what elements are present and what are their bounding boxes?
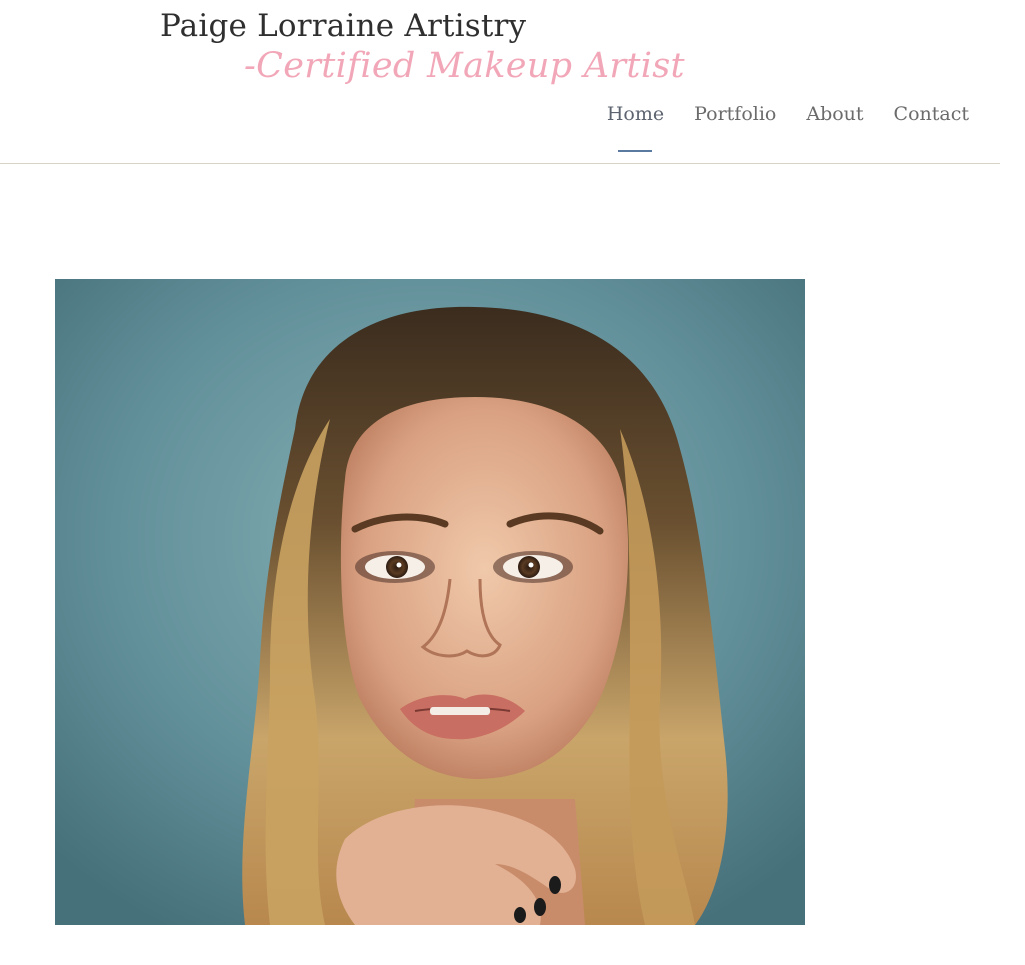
main-nav: Home Portfolio About Contact: [592, 103, 984, 125]
site-title[interactable]: Paige Lorraine Artistry: [160, 8, 526, 44]
nav-item-home[interactable]: Home: [592, 103, 679, 125]
nav-item-contact[interactable]: Contact: [879, 103, 984, 125]
nav-item-portfolio[interactable]: Portfolio: [679, 103, 791, 125]
hero-portrait-image: [55, 279, 805, 925]
site-header: Paige Lorraine Artistry -Certified Makeu…: [0, 0, 1000, 164]
site-tagline: -Certified Makeup Artist: [244, 46, 685, 86]
nail: [549, 876, 561, 894]
eye-right: [493, 551, 573, 583]
nav-item-about[interactable]: About: [791, 103, 878, 125]
nail: [534, 898, 546, 916]
nail: [514, 907, 526, 923]
portrait-illustration: [55, 279, 805, 925]
eye-left: [355, 551, 435, 583]
